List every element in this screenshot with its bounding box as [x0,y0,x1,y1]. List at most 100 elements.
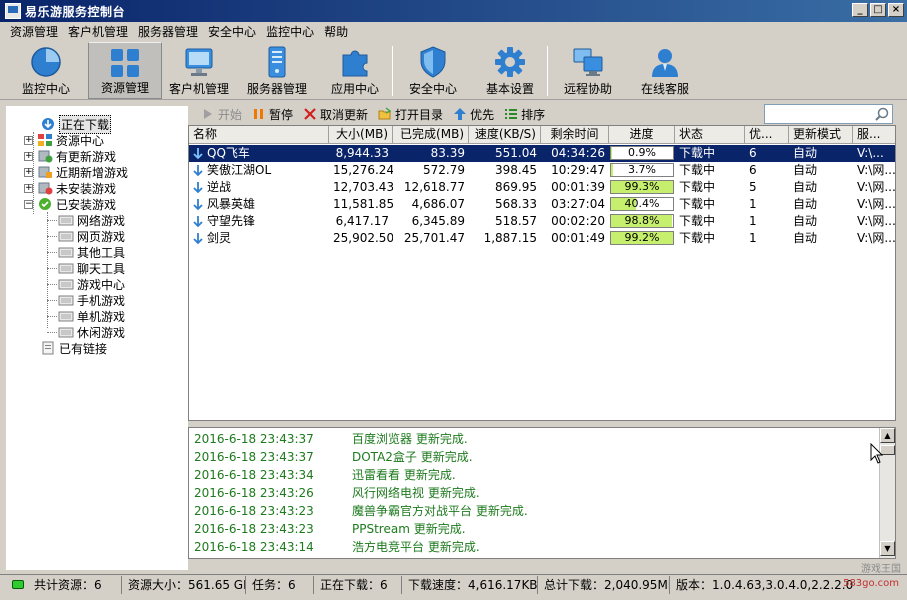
cell-priority: 6 [749,146,757,160]
progress-bar: 0.9% [610,146,674,160]
start-button[interactable]: 开始 [201,106,242,123]
folder-icon [58,311,74,322]
search-input[interactable] [764,104,893,124]
tree-item-installed[interactable]: − 已安装游戏 [24,196,116,212]
menu-client[interactable]: 客户机管理 [63,22,133,42]
toolbar-support-button[interactable]: 在线客服 [628,42,702,99]
col-remain[interactable]: 剩余时间 [541,126,609,144]
tree-item-single-games[interactable]: 单机游戏 [58,308,125,324]
tree-item-web-games[interactable]: 网页游戏 [58,228,125,244]
expand-icon[interactable]: + [24,183,33,193]
table-row[interactable]: 逆战 12,703.43 12,618.77 869.95 00:01:39 99.3% 下… [189,179,895,196]
table-row[interactable]: 风暴英雄 11,581.85 4,686.07 568.33 03:27:04 40.4%… [189,196,895,213]
pause-button[interactable]: 暂停 [252,106,293,123]
col-progress[interactable]: 进度 [609,126,675,144]
cell-status: 下载中 [679,197,716,211]
cell-speed: 551.04 [495,146,537,160]
status-downloading: 正在下载：6 [314,575,402,594]
col-speed[interactable]: 速度(KB/S) [469,126,541,144]
toolbar-resource-button[interactable]: 资源管理 [88,42,162,99]
cell-priority: 1 [749,214,757,228]
col-size[interactable]: 大小(MB) [329,126,393,144]
tree-item-other-tools[interactable]: 其他工具 [58,244,125,260]
expand-icon[interactable]: + [24,151,33,161]
maximize-button[interactable]: □ [870,3,886,17]
table-row[interactable]: QQ飞车 8,944.33 83.39 551.04 04:34:26 0.9% 下载中 6 自… [189,145,895,162]
col-server[interactable]: 服... [853,126,895,144]
progress-bar: 3.7% [610,163,674,177]
priority-button[interactable]: 优先 [453,106,494,123]
progress-bar: 99.3% [610,180,674,194]
expand-icon[interactable]: + [24,135,33,145]
tree-item-game-center[interactable]: 游戏中心 [58,276,125,292]
col-status[interactable]: 状态 [675,126,745,144]
col-mode[interactable]: 更新模式 [789,126,853,144]
cell-size: 11,581.85 [333,197,393,211]
download-circle-icon [42,118,54,130]
toolbar-remote-button[interactable]: 远程协助 [548,42,628,99]
pause-icon [254,109,264,119]
log-message: DOTA2盒子 更新完成. [352,450,473,464]
cancel-update-button[interactable]: 取消更新 [303,106,368,123]
gear-icon [495,47,525,77]
close-button[interactable]: × [888,3,904,17]
menu-server[interactable]: 服务器管理 [133,22,203,42]
col-priority[interactable]: 优... [745,126,789,144]
tree-item-recent-new[interactable]: + 近期新增游戏 [24,164,128,180]
open-directory-button[interactable]: 打开目录 [378,106,443,123]
window-title: 易乐游服务控制台 [25,4,126,19]
collapse-icon[interactable]: − [24,199,33,209]
tree-item-existing-links[interactable]: 已有链接 [40,340,107,356]
col-done[interactable]: 已完成(MB) [393,126,469,144]
toolbar-settings-button[interactable]: 基本设置 [473,42,547,99]
tree-item-downloading[interactable]: 正在下载 [40,114,112,134]
cell-status: 下载中 [679,180,716,194]
cell-done: 25,701.47 [403,231,465,245]
tree-item-casual-games[interactable]: 休闲游戏 [58,324,125,340]
menu-help[interactable]: 帮助 [319,22,353,42]
table-row[interactable]: 剑灵 25,902.50 25,701.47 1,887.15 00:01:49 99.2… [189,230,895,247]
search-icon[interactable] [874,107,889,122]
tree-item-not-installed[interactable]: + 未安装游戏 [24,180,116,196]
toolbar-label: 客户机管理 [168,82,229,96]
toolbar-client-button[interactable]: 客户机管理 [162,42,236,99]
log-message: PPStream 更新完成. [352,522,466,536]
log-time: 2016-6-18 23:43:37 [194,450,314,464]
cell-done: 572.79 [423,163,465,177]
progress-text: 0.9% [628,146,656,159]
cell-mode: 自动 [793,163,818,177]
tree-item-chat-tools[interactable]: 聊天工具 [58,260,125,276]
tree-item-has-update[interactable]: + 有更新游戏 [24,148,116,164]
menu-security[interactable]: 安全中心 [203,22,261,42]
tree-item-resource-center[interactable]: + 资源中心 [24,132,104,148]
col-name[interactable]: 名称 [189,126,329,144]
tree-item-network-games[interactable]: 网络游戏 [58,212,125,228]
download-arrow-icon [193,182,203,194]
cell-status: 下载中 [679,146,716,160]
menu-monitor[interactable]: 监控中心 [261,22,319,42]
sort-button[interactable]: 排序 [504,106,545,123]
table-row[interactable]: 笑傲江湖OL 15,276.24 572.79 398.45 10:29:47 3.7% 下… [189,162,895,179]
pie-chart-icon [31,47,61,77]
app-icon [5,3,21,19]
scroll-down-icon[interactable]: ▼ [880,541,895,556]
folder-open-icon [378,107,392,120]
cell-remain: 04:34:26 [551,146,605,160]
scroll-up-icon[interactable]: ▲ [880,428,895,443]
table-row[interactable]: 守望先锋 6,417.17 6,345.89 518.57 00:02:20 98.8% 下… [189,213,896,230]
cell-progress: 40.4% [609,196,675,213]
expand-icon[interactable]: + [24,167,33,177]
cell-server: V:\网... [857,214,896,228]
tree-item-mobile-games[interactable]: 手机游戏 [58,292,125,308]
row-name-text: 风暴英雄 [207,197,256,211]
watermark-site: 583go.com [843,578,899,589]
toolbar-server-button[interactable]: 服务器管理 [236,42,318,99]
toolbar-app-button[interactable]: 应用中心 [318,42,392,99]
folder-icon [58,263,74,274]
menu-resource[interactable]: 资源管理 [0,22,63,42]
toolbar-monitor-button[interactable]: 监控中心 [4,42,88,99]
minimize-button[interactable]: _ [852,3,868,17]
toolbar-security-button[interactable]: 安全中心 [393,42,473,99]
toolbar-label: 在线客服 [640,82,689,96]
priority-up-icon [454,108,467,120]
